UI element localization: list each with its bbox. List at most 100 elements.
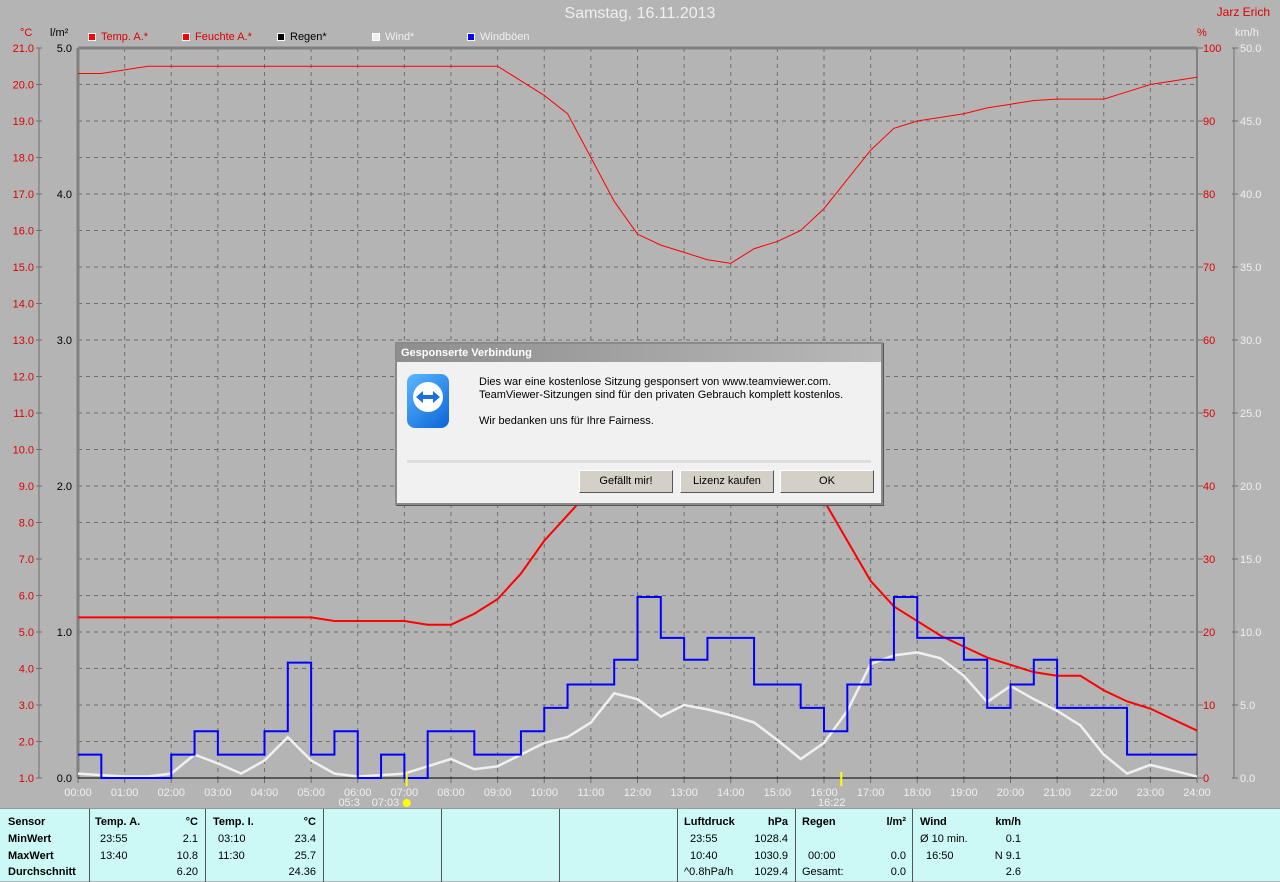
like-button[interactable]: Gefällt mir! [579, 470, 673, 493]
x-tick-label: 21:00 [1043, 787, 1071, 799]
temp-a-avg: 6.20 [176, 866, 198, 878]
humidity-tick-label: 30 [1203, 554, 1215, 566]
rain-tick-label: 2.0 [57, 481, 72, 493]
row-label-min: MinWert [8, 833, 52, 845]
temp-a-unit: °C [185, 816, 198, 828]
x-tick-label: 12:00 [624, 787, 652, 799]
temp-tick-label: 3.0 [19, 700, 34, 712]
x-tick-label: 23:00 [1137, 787, 1165, 799]
x-tick-label: 01:00 [111, 787, 139, 799]
sun-icon [402, 799, 411, 807]
x-tick-label: 08:00 [437, 787, 465, 799]
rain-max: 0.0 [890, 850, 906, 862]
row-label-max: MaxWert [8, 850, 54, 862]
pressure-title: Luftdruck [684, 816, 735, 828]
wind-avg-label: Ø 10 min. [920, 833, 968, 845]
temp-tick-label: 8.0 [19, 518, 34, 530]
humidity-tick-label: 10 [1203, 700, 1215, 712]
wind-tick-label: 5.0 [1240, 700, 1255, 712]
rain-tick-label: 0.0 [57, 773, 72, 785]
humidity-tick-label: 40 [1203, 481, 1215, 493]
pressure-max: 1030.9 [754, 850, 788, 862]
temp-tick-label: 11.0 [13, 408, 34, 420]
temp-i-unit: °C [303, 816, 316, 828]
temp-i-min-time: 03:10 [218, 833, 246, 845]
humidity-tick-label: 20 [1203, 627, 1215, 639]
x-tick-label: 19:00 [950, 787, 978, 799]
humidity-tick-label: 90 [1203, 116, 1215, 128]
x-tick-label: 05:00 [297, 787, 325, 799]
dialog-message-line1: Dies war eine kostenlose Sitzung gespons… [479, 376, 832, 388]
pressure-avg: 1029.4 [754, 866, 788, 878]
x-tick-label: 17:00 [857, 787, 885, 799]
pressure-min-time: 23:55 [690, 833, 718, 845]
x-tick-label: 02:00 [157, 787, 185, 799]
wind-tick-label: 35.0 [1240, 262, 1261, 274]
wind-max-time: 16:50 [926, 850, 954, 862]
wind-tick-label: 15.0 [1240, 554, 1261, 566]
x-tick-label: 15:00 [764, 787, 792, 799]
x-tick-label: 13:00 [670, 787, 698, 799]
teamviewer-logo-icon [407, 374, 449, 428]
sunrise-time-2: 07:03 [372, 797, 400, 808]
temp-a-min: 2.1 [182, 833, 198, 845]
temp-tick-label: 17.0 [13, 189, 34, 201]
x-tick-label: 11:00 [578, 787, 605, 799]
wind-tick-label: 30.0 [1240, 335, 1261, 347]
pressure-min: 1028.4 [754, 833, 788, 845]
temp-i-min: 23.4 [294, 833, 316, 845]
wind-tick-label: 10.0 [1240, 627, 1261, 639]
ok-button[interactable]: OK [780, 470, 874, 493]
row-label-avg: Durchschnitt [8, 866, 76, 878]
temp-tick-label: 10.0 [13, 445, 34, 457]
temp-tick-label: 16.0 [13, 226, 34, 238]
x-tick-label: 24:00 [1183, 787, 1211, 799]
wind-title: Wind [920, 816, 947, 828]
temp-tick-label: 19.0 [13, 116, 34, 128]
x-tick-label: 22:00 [1090, 787, 1118, 799]
x-tick-label: 14:00 [717, 787, 745, 799]
temp-tick-label: 5.0 [19, 627, 34, 639]
dialog-title[interactable]: Gesponserte Verbindung [397, 344, 881, 362]
wind-mean: 2.6 [1005, 866, 1021, 878]
temp-tick-label: 21.0 [13, 43, 34, 55]
dialog-message-line2: TeamViewer-Sitzungen sind für den privat… [479, 389, 844, 401]
temp-tick-label: 14.0 [13, 299, 34, 311]
rain-tick-label: 1.0 [57, 627, 72, 639]
humidity-tick-label: 0 [1203, 773, 1209, 785]
x-tick-label: 20:00 [997, 787, 1025, 799]
temp-a-max-time: 13:40 [100, 850, 128, 862]
temp-tick-label: 1.0 [19, 773, 34, 785]
sponsored-session-dialog: Gesponserte Verbindung Dies war eine kos… [395, 342, 883, 505]
x-tick-label: 09:00 [484, 787, 512, 799]
rain-tick-label: 5.0 [57, 43, 72, 55]
rain-total: 0.0 [890, 866, 906, 878]
x-tick-label: 10:00 [530, 787, 558, 799]
temp-i-max: 25.7 [294, 850, 316, 862]
wind-tick-label: 0.0 [1240, 773, 1255, 785]
pressure-unit: hPa [767, 816, 788, 828]
humidity-tick-label: 70 [1203, 262, 1215, 274]
x-tick-label: 18:00 [903, 787, 931, 799]
wind-unit-col: km/h [995, 816, 1021, 828]
wind-max: N 9.1 [994, 850, 1021, 862]
temp-a-title: Temp. A. [95, 816, 141, 828]
humidity-tick-label: 100 [1203, 43, 1221, 55]
wind-tick-label: 40.0 [1240, 189, 1261, 201]
buy-license-button[interactable]: Lizenz kaufen [680, 470, 774, 493]
humidity-tick-label: 80 [1203, 189, 1215, 201]
pressure-max-time: 10:40 [690, 850, 718, 862]
temp-i-avg: 24.36 [288, 866, 316, 878]
temp-i-title: Temp. I. [213, 816, 254, 828]
temp-tick-label: 9.0 [19, 481, 34, 493]
row-label-sensor: Sensor [8, 816, 46, 828]
wind-avg: 0.1 [1005, 833, 1021, 845]
humidity-tick-label: 50 [1203, 408, 1215, 420]
temp-a-min-time: 23:55 [100, 833, 128, 845]
temp-tick-label: 13.0 [13, 335, 34, 347]
sunset-time: 16:22 [818, 797, 846, 808]
x-tick-label: 04:00 [251, 787, 279, 799]
dialog-message-line3: Wir bedanken uns für Ihre Fairness. [479, 415, 654, 427]
series-feuchte-a [78, 65, 1198, 264]
rain-max-time: 00:00 [808, 850, 836, 862]
